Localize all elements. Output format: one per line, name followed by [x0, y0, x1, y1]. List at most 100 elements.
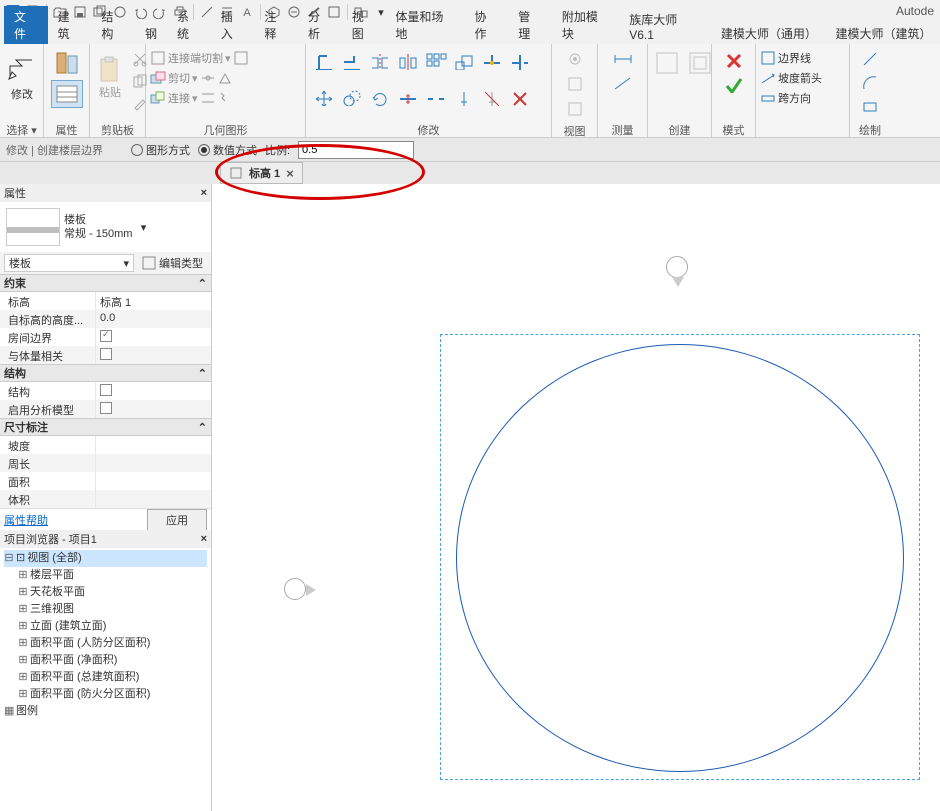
expand-icon[interactable]: ⌃ — [198, 421, 207, 434]
modify-button[interactable]: 修改 — [4, 48, 40, 108]
tab-struct[interactable]: 结构 — [91, 6, 135, 44]
tab-jmarch[interactable]: 建模大师（建筑） — [825, 23, 940, 44]
elevation-marker-north[interactable] — [666, 256, 688, 278]
copy-tool-icon[interactable] — [340, 86, 364, 108]
mirror-draw-icon[interactable] — [396, 50, 420, 72]
expand-icon[interactable]: ⌃ — [198, 277, 207, 290]
tree-area-gross[interactable]: ⊞面积平面 (总建筑面积) — [4, 669, 207, 686]
demolish-icon[interactable] — [218, 90, 234, 106]
prop-level[interactable]: 标高 1 — [96, 292, 211, 310]
align-tool-icon[interactable] — [312, 50, 336, 72]
prop-massrel-check[interactable] — [100, 348, 112, 360]
unpin-icon[interactable] — [480, 86, 504, 108]
paste-button[interactable]: 粘贴 — [94, 48, 126, 108]
prop-slope[interactable] — [96, 436, 211, 454]
type-selector[interactable]: 楼板 常规 - 150mm ▾ — [0, 202, 211, 252]
measure-icon[interactable] — [611, 73, 635, 95]
tab-insert[interactable]: 插入 — [211, 6, 255, 44]
finish-mode-icon[interactable] — [722, 73, 746, 95]
trim-ext-icon[interactable] — [480, 50, 504, 72]
prop-roombound-check[interactable] — [100, 330, 112, 342]
mirror-pick-icon[interactable] — [368, 50, 392, 72]
join-icon[interactable] — [150, 90, 166, 106]
tree-views-root[interactable]: ⊟⊡视图 (全部) — [4, 550, 207, 567]
create-group-icon[interactable] — [685, 48, 715, 78]
trim-single-icon[interactable] — [508, 50, 532, 72]
span-icon[interactable] — [760, 90, 776, 106]
close-props-icon[interactable]: × — [201, 187, 207, 199]
line-draw-icon[interactable] — [858, 48, 882, 70]
cutgeo-icon[interactable] — [150, 70, 166, 86]
typeprop-icon[interactable] — [52, 48, 82, 78]
tab-steel[interactable]: 钢 — [135, 23, 167, 44]
beamj-icon[interactable] — [200, 90, 216, 106]
elevation-marker-west[interactable] — [284, 578, 306, 600]
notch-icon[interactable] — [233, 50, 249, 66]
delete-icon[interactable] — [508, 86, 532, 108]
radio-graphical[interactable] — [131, 144, 143, 156]
arc-draw-icon[interactable] — [858, 72, 882, 94]
close-view-icon[interactable]: × — [286, 166, 294, 181]
ratio-input[interactable] — [298, 141, 414, 159]
prop-height[interactable]: 0.0 — [96, 310, 211, 328]
tab-analyze[interactable]: 分析 — [298, 6, 342, 44]
properties-help-link[interactable]: 属性帮助 — [4, 512, 48, 528]
cope-icon[interactable] — [150, 50, 166, 66]
radio-numeric[interactable] — [198, 144, 210, 156]
tab-file[interactable]: 文件 — [4, 6, 48, 44]
move-tool-icon[interactable] — [312, 86, 336, 108]
split-icon[interactable] — [200, 70, 216, 86]
drawing-canvas[interactable] — [212, 206, 940, 811]
edit-type-button[interactable]: 编辑类型 — [138, 254, 207, 272]
tab-collab[interactable]: 协作 — [465, 6, 509, 44]
close-browser-icon[interactable]: × — [201, 533, 207, 545]
tab-arch[interactable]: 建筑 — [48, 6, 92, 44]
prop-area[interactable] — [96, 472, 211, 490]
array-icon[interactable] — [424, 50, 448, 72]
tree-3dviews[interactable]: ⊞三维视图 — [4, 601, 207, 618]
tree-area-fire[interactable]: ⊞面积平面 (防火分区面积) — [4, 686, 207, 703]
expand-icon[interactable]: ⌃ — [198, 367, 207, 380]
tab-jmgeneral[interactable]: 建模大师（通用） — [711, 23, 826, 44]
category-select[interactable]: 楼板▾ — [4, 254, 134, 272]
tab-sys[interactable]: 系统 — [167, 6, 211, 44]
split-gap-icon[interactable] — [424, 86, 448, 108]
sketch-circle[interactable] — [456, 344, 904, 772]
cancel-mode-icon[interactable] — [722, 48, 746, 70]
tab-view[interactable]: 视图 — [342, 6, 386, 44]
tab-famlib[interactable]: 族库大师V6.1 — [619, 9, 711, 44]
tree-area-rf[interactable]: ⊞面积平面 (人防分区面积) — [4, 635, 207, 652]
tree-floorplans[interactable]: ⊞楼层平面 — [4, 567, 207, 584]
tab-mass[interactable]: 体量和场地 — [385, 6, 464, 44]
prop-perim[interactable] — [96, 454, 211, 472]
create-similar-icon[interactable] — [652, 48, 682, 78]
slope-icon[interactable] — [760, 70, 776, 86]
apply-button[interactable]: 应用 — [147, 509, 207, 531]
wall-icon[interactable] — [218, 70, 234, 86]
prop-struct-check[interactable] — [100, 384, 112, 396]
prop-icon[interactable] — [51, 80, 83, 108]
tree-area-net[interactable]: ⊞面积平面 (净面积) — [4, 652, 207, 669]
hide-icon[interactable] — [563, 48, 587, 70]
boundary-icon[interactable] — [760, 50, 776, 66]
split-tool-icon[interactable] — [396, 86, 420, 108]
prop-volume[interactable] — [96, 490, 211, 508]
displace-icon[interactable] — [563, 98, 587, 120]
ribbon: 修改 选择 ▾ 属性 粘贴 剪贴板 连接端切割▾ 剪切▾ 连接▾ 几何图形 — [0, 44, 940, 138]
tab-manage[interactable]: 管理 — [508, 6, 552, 44]
tree-elev[interactable]: ⊞立面 (建筑立面) — [4, 618, 207, 635]
offset-tool-icon[interactable] — [340, 50, 364, 72]
tab-addins[interactable]: 附加模块 — [552, 6, 619, 44]
view-tab-level1[interactable]: 标高 1 × — [220, 162, 303, 184]
aligned-dim-icon[interactable] — [611, 48, 635, 70]
prop-analytical-check[interactable] — [100, 402, 112, 414]
rotate-tool-icon[interactable] — [368, 86, 392, 108]
tree-legends[interactable]: ▦图例 — [4, 703, 207, 720]
override-icon[interactable] — [563, 73, 587, 95]
tab-annot[interactable]: 注释 — [254, 6, 298, 44]
scale-icon[interactable] — [452, 50, 476, 72]
tree-ceilplans[interactable]: ⊞天花板平面 — [4, 584, 207, 601]
rect-draw-icon[interactable] — [858, 96, 882, 118]
pin-icon[interactable] — [452, 86, 476, 108]
type-dropdown-icon[interactable]: ▾ — [136, 221, 150, 234]
